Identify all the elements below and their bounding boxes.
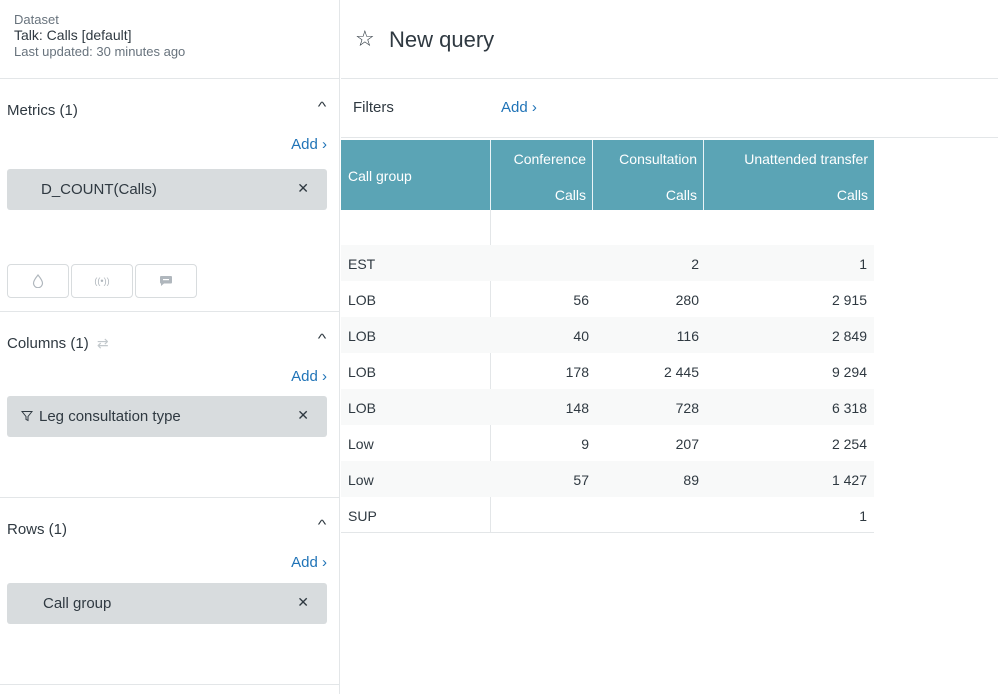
rows-title: Rows (1) [7, 521, 68, 538]
rows-add-button[interactable]: Add › [291, 554, 327, 571]
row-label-cell: LOB [348, 292, 377, 308]
unattended-transfer-cell: 2 254 [831, 436, 867, 452]
filter-icon [20, 411, 34, 422]
conference-cell: 40 [573, 328, 589, 344]
conference-cell: 9 [581, 436, 589, 452]
metrics-title: Metrics (1) [7, 102, 78, 119]
header-unattended-label: Unattended transfer [744, 151, 868, 167]
columns-title: Columns (1) ⇄ [7, 335, 109, 352]
column-remove-icon[interactable]: ✕ [297, 407, 309, 424]
metric-chip[interactable]: D_COUNT(Calls) ✕ [7, 169, 327, 210]
dataset-panel[interactable]: Dataset Talk: Calls [default] Last updat… [0, 0, 340, 79]
unattended-transfer-cell: 2 849 [831, 328, 867, 344]
comment-button[interactable] [135, 264, 197, 298]
section-divider [0, 497, 340, 498]
star-icon[interactable]: ☆ [355, 26, 375, 52]
dataset-updated: Last updated: 30 minutes ago [14, 44, 186, 59]
table-spacer-row [341, 210, 874, 245]
unattended-transfer-cell: 1 [859, 508, 867, 524]
table-row: SUP 1 [341, 497, 874, 533]
section-divider [0, 684, 340, 685]
row-label-cell: Low [348, 472, 374, 488]
header-conference[interactable]: Conference Calls [491, 140, 593, 210]
consultation-cell: 2 445 [663, 364, 699, 380]
table-row: EST 2 1 [341, 245, 874, 281]
row-label-cell: SUP [348, 508, 377, 524]
query-main: ☆ New query Filters Add › Call group Con… [341, 0, 998, 694]
header-unattended-transfer[interactable]: Unattended transfer Calls [704, 140, 874, 210]
metric-remove-icon[interactable]: ✕ [297, 180, 309, 197]
dataset-caption: Dataset [14, 12, 59, 27]
conference-cell: 57 [573, 472, 589, 488]
query-sidebar: Dataset Talk: Calls [default] Last updat… [0, 0, 340, 694]
conference-cell: 56 [573, 292, 589, 308]
consultation-cell: 89 [683, 472, 699, 488]
row-label-cell: Low [348, 436, 374, 452]
row-label-cell: EST [348, 256, 376, 272]
metric-options-group: ((•)) [7, 264, 199, 298]
table-header: Call group Conference Calls Consultation… [341, 140, 874, 210]
header-call-group[interactable]: Call group [341, 140, 491, 210]
unattended-transfer-cell: 2 915 [831, 292, 867, 308]
header-conference-metric: Calls [554, 187, 586, 203]
table-row: Low 57 89 1 427 [341, 461, 874, 497]
metrics-add-button[interactable]: Add › [291, 136, 327, 153]
result-table: Call group Conference Calls Consultation… [341, 140, 874, 533]
swap-icon[interactable]: ⇄ [97, 335, 109, 351]
table-row: LOB 40 116 2 849 [341, 317, 874, 353]
column-chip-label: Leg consultation type [39, 408, 181, 425]
unattended-transfer-cell: 1 427 [831, 472, 867, 488]
unattended-transfer-cell: 6 318 [831, 400, 867, 416]
row-chip-label: Call group [43, 595, 112, 612]
header-consultation-metric: Calls [665, 187, 697, 203]
header-call-group-label: Call group [348, 168, 412, 184]
column-chip-label-wrap: Leg consultation type [20, 408, 181, 425]
conference-cell: 148 [565, 400, 589, 416]
filters-label: Filters [353, 99, 394, 116]
header-unattended-metric: Calls [836, 187, 868, 203]
dataset-name: Talk: Calls [default] [14, 27, 132, 43]
consultation-cell: 2 [691, 256, 699, 272]
consultation-cell: 116 [676, 328, 699, 344]
signal-button[interactable]: ((•)) [71, 264, 133, 298]
unattended-transfer-cell: 9 294 [831, 364, 867, 380]
consultation-cell: 728 [675, 400, 699, 416]
row-label-cell: LOB [348, 400, 377, 416]
consultation-cell: 280 [675, 292, 699, 308]
unattended-transfer-cell: 1 [859, 256, 867, 272]
header-consultation-label: Consultation [619, 151, 697, 167]
column-chip[interactable]: Leg consultation type ✕ [7, 396, 327, 437]
columns-add-button[interactable]: Add › [291, 368, 327, 385]
query-header: ☆ New query [341, 0, 998, 79]
columns-collapse-icon[interactable]: ^ [318, 331, 327, 346]
conference-cell: 178 [565, 364, 589, 380]
columns-title-label: Columns (1) [7, 335, 89, 352]
header-consultation[interactable]: Consultation Calls [593, 140, 704, 210]
table-row: LOB 148 728 6 318 [341, 389, 874, 425]
row-label-cell: LOB [348, 328, 377, 344]
header-conference-label: Conference [513, 151, 586, 167]
rows-collapse-icon[interactable]: ^ [318, 517, 327, 532]
table-row: Low 9 207 2 254 [341, 425, 874, 461]
table-row: LOB 178 2 445 9 294 [341, 353, 874, 389]
row-remove-icon[interactable]: ✕ [297, 594, 309, 611]
comment-icon [160, 276, 172, 286]
droplet-icon [32, 274, 44, 288]
metrics-collapse-icon[interactable]: ^ [318, 99, 327, 114]
row-label-cell: LOB [348, 364, 377, 380]
filters-bar: Filters Add › [341, 79, 998, 138]
table-row: LOB 56 280 2 915 [341, 281, 874, 317]
row-chip[interactable]: Call group ✕ [7, 583, 327, 624]
filters-add-button[interactable]: Add › [501, 99, 537, 116]
metric-chip-label: D_COUNT(Calls) [41, 181, 157, 198]
color-button[interactable] [7, 264, 69, 298]
broadcast-icon: ((•)) [94, 276, 110, 286]
section-divider [0, 311, 340, 312]
consultation-cell: 207 [675, 436, 699, 452]
query-title[interactable]: New query [389, 27, 494, 53]
